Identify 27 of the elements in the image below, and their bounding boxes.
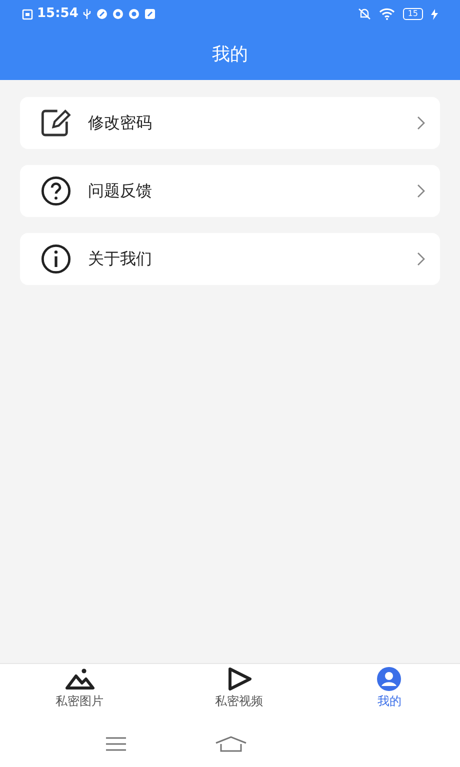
sim-icon — [22, 8, 33, 20]
wifi-icon — [378, 8, 395, 20]
notification-icon — [112, 8, 124, 20]
nav-tab[interactable]: 私密视频 — [159, 664, 319, 720]
chevron-right-icon — [416, 115, 426, 131]
battery-level: 15 — [402, 8, 423, 20]
mountain-icon — [64, 666, 96, 692]
notification-icon — [96, 8, 108, 20]
chevron-right-icon — [416, 251, 426, 267]
menu-item[interactable]: 问题反馈 — [20, 165, 440, 217]
usb-icon — [82, 8, 92, 20]
edit-icon — [40, 107, 72, 139]
charging-icon — [431, 8, 438, 20]
menu-item[interactable]: 关于我们 — [20, 233, 440, 285]
help-icon — [40, 175, 72, 207]
menu-item[interactable]: 修改密码 — [20, 97, 440, 149]
status-time: 15:54 — [37, 5, 78, 24]
home-icon — [214, 736, 246, 752]
page-title: 我的 — [212, 42, 248, 66]
notification-icon — [128, 8, 140, 20]
nav-tab[interactable]: 我的 — [318, 664, 460, 720]
notification-icon — [144, 8, 156, 20]
nav-tab[interactable]: 私密图片 — [0, 664, 160, 720]
chevron-right-icon — [416, 183, 426, 199]
menu-icon — [104, 736, 126, 750]
info-icon — [40, 243, 72, 275]
mute-icon — [358, 8, 371, 20]
